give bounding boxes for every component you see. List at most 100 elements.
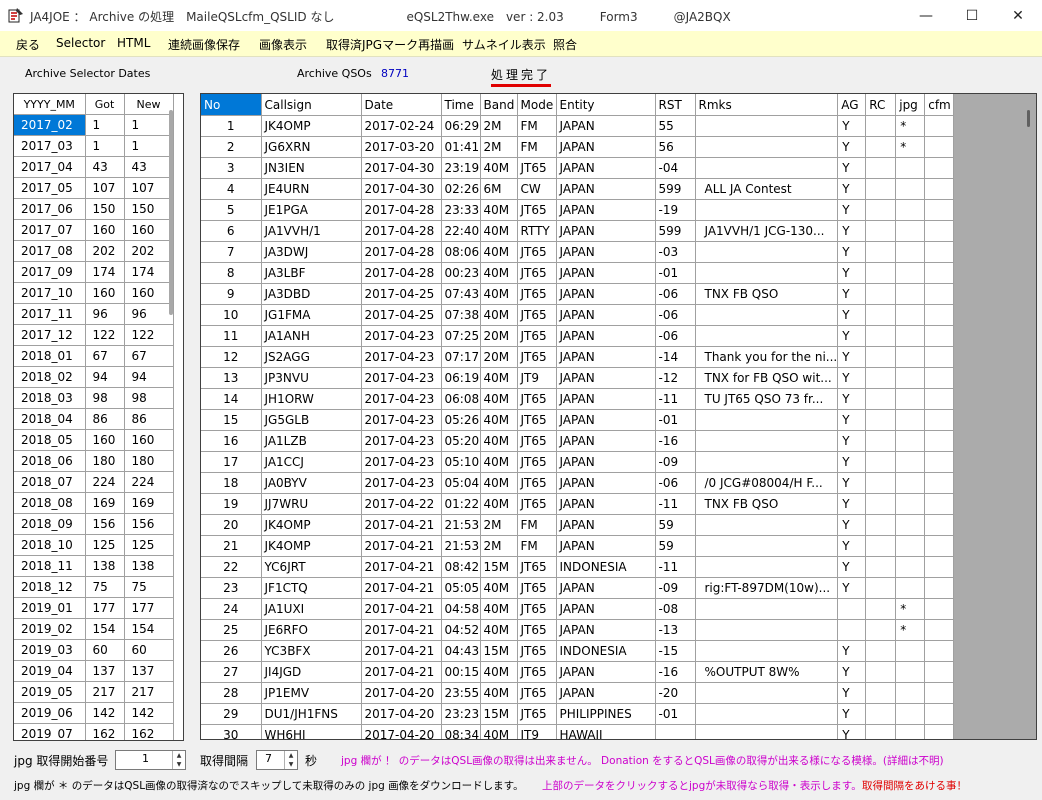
ag-cell[interactable]	[837, 619, 867, 641]
mode-cell[interactable]: JT65	[517, 472, 557, 494]
no-cell[interactable]: 13	[201, 367, 262, 389]
band-cell[interactable]: 40M	[480, 598, 518, 620]
date-cell[interactable]: 2018_04	[14, 408, 86, 430]
callsign-cell[interactable]: JS2AGG	[261, 346, 362, 368]
callsign-cell[interactable]: JK4OMP	[261, 514, 362, 536]
date-cell[interactable]: 2017-04-23	[361, 409, 442, 431]
band-cell[interactable]: 2M	[480, 514, 518, 536]
new-cell[interactable]: 1	[124, 114, 174, 136]
date-cell[interactable]: 2017-04-22	[361, 493, 442, 515]
qso-row[interactable]: 29 DU1/JH1FNS 2017-04-20 23:23 15M JT65 PHILIP…	[201, 703, 955, 725]
date-cell[interactable]: 2018_11	[14, 555, 86, 577]
jpg-cell[interactable]	[895, 703, 926, 725]
date-cell[interactable]: 2017_04	[14, 156, 86, 178]
entity-cell[interactable]: JAPAN	[556, 514, 656, 536]
jpg-cell[interactable]	[895, 535, 926, 557]
rst-cell[interactable]: -13	[655, 619, 696, 641]
callsign-cell[interactable]: JH1ORW	[261, 388, 362, 410]
date-cell[interactable]: 2017_07	[14, 219, 86, 241]
date-row[interactable]: 2018_08 169 169	[14, 492, 174, 514]
new-cell[interactable]: 125	[124, 534, 174, 556]
band-cell[interactable]: 2M	[480, 136, 518, 158]
ag-cell[interactable]: Y	[837, 136, 867, 158]
band-cell[interactable]: 2M	[480, 115, 518, 137]
rc-cell[interactable]	[865, 262, 897, 284]
jpg-cell[interactable]	[895, 304, 926, 326]
qso-row[interactable]: 9 JA3DBD 2017-04-25 07:43 40M JT65 JAPAN -06 TNX…	[201, 283, 955, 305]
got-cell[interactable]: 98	[85, 387, 125, 409]
column-header-rmks[interactable]: Rmks	[695, 94, 839, 116]
mode-cell[interactable]: JT65	[517, 241, 557, 263]
entity-cell[interactable]: JAPAN	[556, 577, 656, 599]
callsign-cell[interactable]: JA3DBD	[261, 283, 362, 305]
rst-cell[interactable]: 59	[655, 514, 696, 536]
no-cell[interactable]: 3	[201, 157, 262, 179]
rc-cell[interactable]	[865, 178, 897, 200]
date-cell[interactable]: 2017-04-23	[361, 430, 442, 452]
rc-cell[interactable]	[865, 136, 897, 158]
qso-row[interactable]: 21 JK4OMP 2017-04-21 21:53 2M FM JAPAN 59 Y	[201, 535, 955, 557]
ag-cell[interactable]: Y	[837, 178, 867, 200]
cfm-cell[interactable]	[924, 556, 955, 578]
date-row[interactable]: 2017_11 96 96	[14, 303, 174, 325]
time-cell[interactable]: 02:26	[441, 178, 481, 200]
new-cell[interactable]: 86	[124, 408, 174, 430]
band-cell[interactable]: 40M	[480, 388, 518, 410]
menu-continuous-image-save[interactable]: 連続画像保存	[168, 36, 240, 53]
qso-row[interactable]: 6 JA1VVH/1 2017-04-28 22:40 40M RTTY JAPAN 599 J…	[201, 220, 955, 242]
band-cell[interactable]: 15M	[480, 640, 518, 662]
qso-row[interactable]: 10 JG1FMA 2017-04-25 07:38 40M JT65 JAPAN -06 Y	[201, 304, 955, 326]
time-cell[interactable]: 23:33	[441, 199, 481, 221]
date-cell[interactable]: 2017_08	[14, 240, 86, 262]
date-cell[interactable]: 2017-04-21	[361, 514, 442, 536]
callsign-cell[interactable]: JP3NVU	[261, 367, 362, 389]
rc-cell[interactable]	[865, 619, 897, 641]
mode-cell[interactable]: JT65	[517, 619, 557, 641]
ag-cell[interactable]: Y	[837, 304, 867, 326]
mode-cell[interactable]: JT65	[517, 430, 557, 452]
callsign-cell[interactable]: JA1LZB	[261, 430, 362, 452]
spin-down-icon[interactable]: ▼	[173, 760, 185, 769]
ag-cell[interactable]: Y	[837, 199, 867, 221]
date-cell[interactable]: 2018_05	[14, 429, 86, 451]
rst-cell[interactable]: -06	[655, 304, 696, 326]
got-cell[interactable]: 202	[85, 240, 125, 262]
date-row[interactable]: 2017_02 1 1	[14, 114, 174, 136]
callsign-cell[interactable]: JA1VVH/1	[261, 220, 362, 242]
rmks-cell[interactable]	[695, 430, 839, 452]
date-cell[interactable]: 2017-04-21	[361, 640, 442, 662]
menu-html[interactable]: HTML	[117, 36, 150, 50]
time-cell[interactable]: 05:20	[441, 430, 481, 452]
rmks-cell[interactable]: TNX FB QSO	[695, 283, 839, 305]
date-cell[interactable]: 2017-04-28	[361, 241, 442, 263]
new-cell[interactable]: 162	[124, 723, 174, 740]
date-row[interactable]: 2018_06 180 180	[14, 450, 174, 472]
date-cell[interactable]: 2017-04-23	[361, 472, 442, 494]
time-cell[interactable]: 07:43	[441, 283, 481, 305]
date-cell[interactable]: 2017-04-30	[361, 178, 442, 200]
got-cell[interactable]: 67	[85, 345, 125, 367]
rc-cell[interactable]	[865, 115, 897, 137]
rc-cell[interactable]	[865, 661, 897, 683]
no-cell[interactable]: 17	[201, 451, 262, 473]
entity-cell[interactable]: JAPAN	[556, 682, 656, 704]
entity-cell[interactable]: JAPAN	[556, 157, 656, 179]
rc-cell[interactable]	[865, 241, 897, 263]
rc-cell[interactable]	[865, 640, 897, 662]
got-cell[interactable]: 94	[85, 366, 125, 388]
new-cell[interactable]: 96	[124, 303, 174, 325]
time-cell[interactable]: 05:05	[441, 577, 481, 599]
rc-cell[interactable]	[865, 157, 897, 179]
jpg-cell[interactable]	[895, 199, 926, 221]
ag-cell[interactable]: Y	[837, 661, 867, 683]
cfm-cell[interactable]	[924, 619, 955, 641]
ag-cell[interactable]: Y	[837, 451, 867, 473]
time-cell[interactable]: 04:43	[441, 640, 481, 662]
entity-cell[interactable]: JAPAN	[556, 136, 656, 158]
no-cell[interactable]: 16	[201, 430, 262, 452]
new-cell[interactable]: 154	[124, 618, 174, 640]
rmks-cell[interactable]	[695, 514, 839, 536]
rmks-cell[interactable]: TNX FB QSO	[695, 493, 839, 515]
date-cell[interactable]: 2018_08	[14, 492, 86, 514]
date-cell[interactable]: 2019_01	[14, 597, 86, 619]
